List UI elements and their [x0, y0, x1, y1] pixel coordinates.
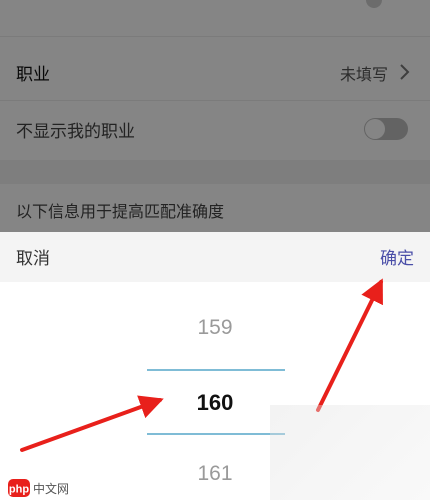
picker-header: 取消 确定 — [0, 232, 430, 282]
watermark-texture — [270, 405, 430, 500]
screen: 职业 未填写 不显示我的职业 以下信息用于提高匹配准确度 取消 确定 159 1… — [0, 0, 430, 500]
svg-text:php: php — [9, 484, 29, 496]
watermark-logo: php 中文网 — [8, 479, 69, 497]
selection-line-bottom — [147, 433, 285, 435]
selection-line-top — [147, 369, 285, 371]
option-previous[interactable]: 159 — [0, 316, 430, 340]
svg-text:中文网: 中文网 — [33, 481, 69, 496]
cancel-button[interactable]: 取消 — [16, 244, 50, 269]
dim-overlay[interactable] — [0, 0, 430, 232]
confirm-button[interactable]: 确定 — [380, 244, 414, 269]
